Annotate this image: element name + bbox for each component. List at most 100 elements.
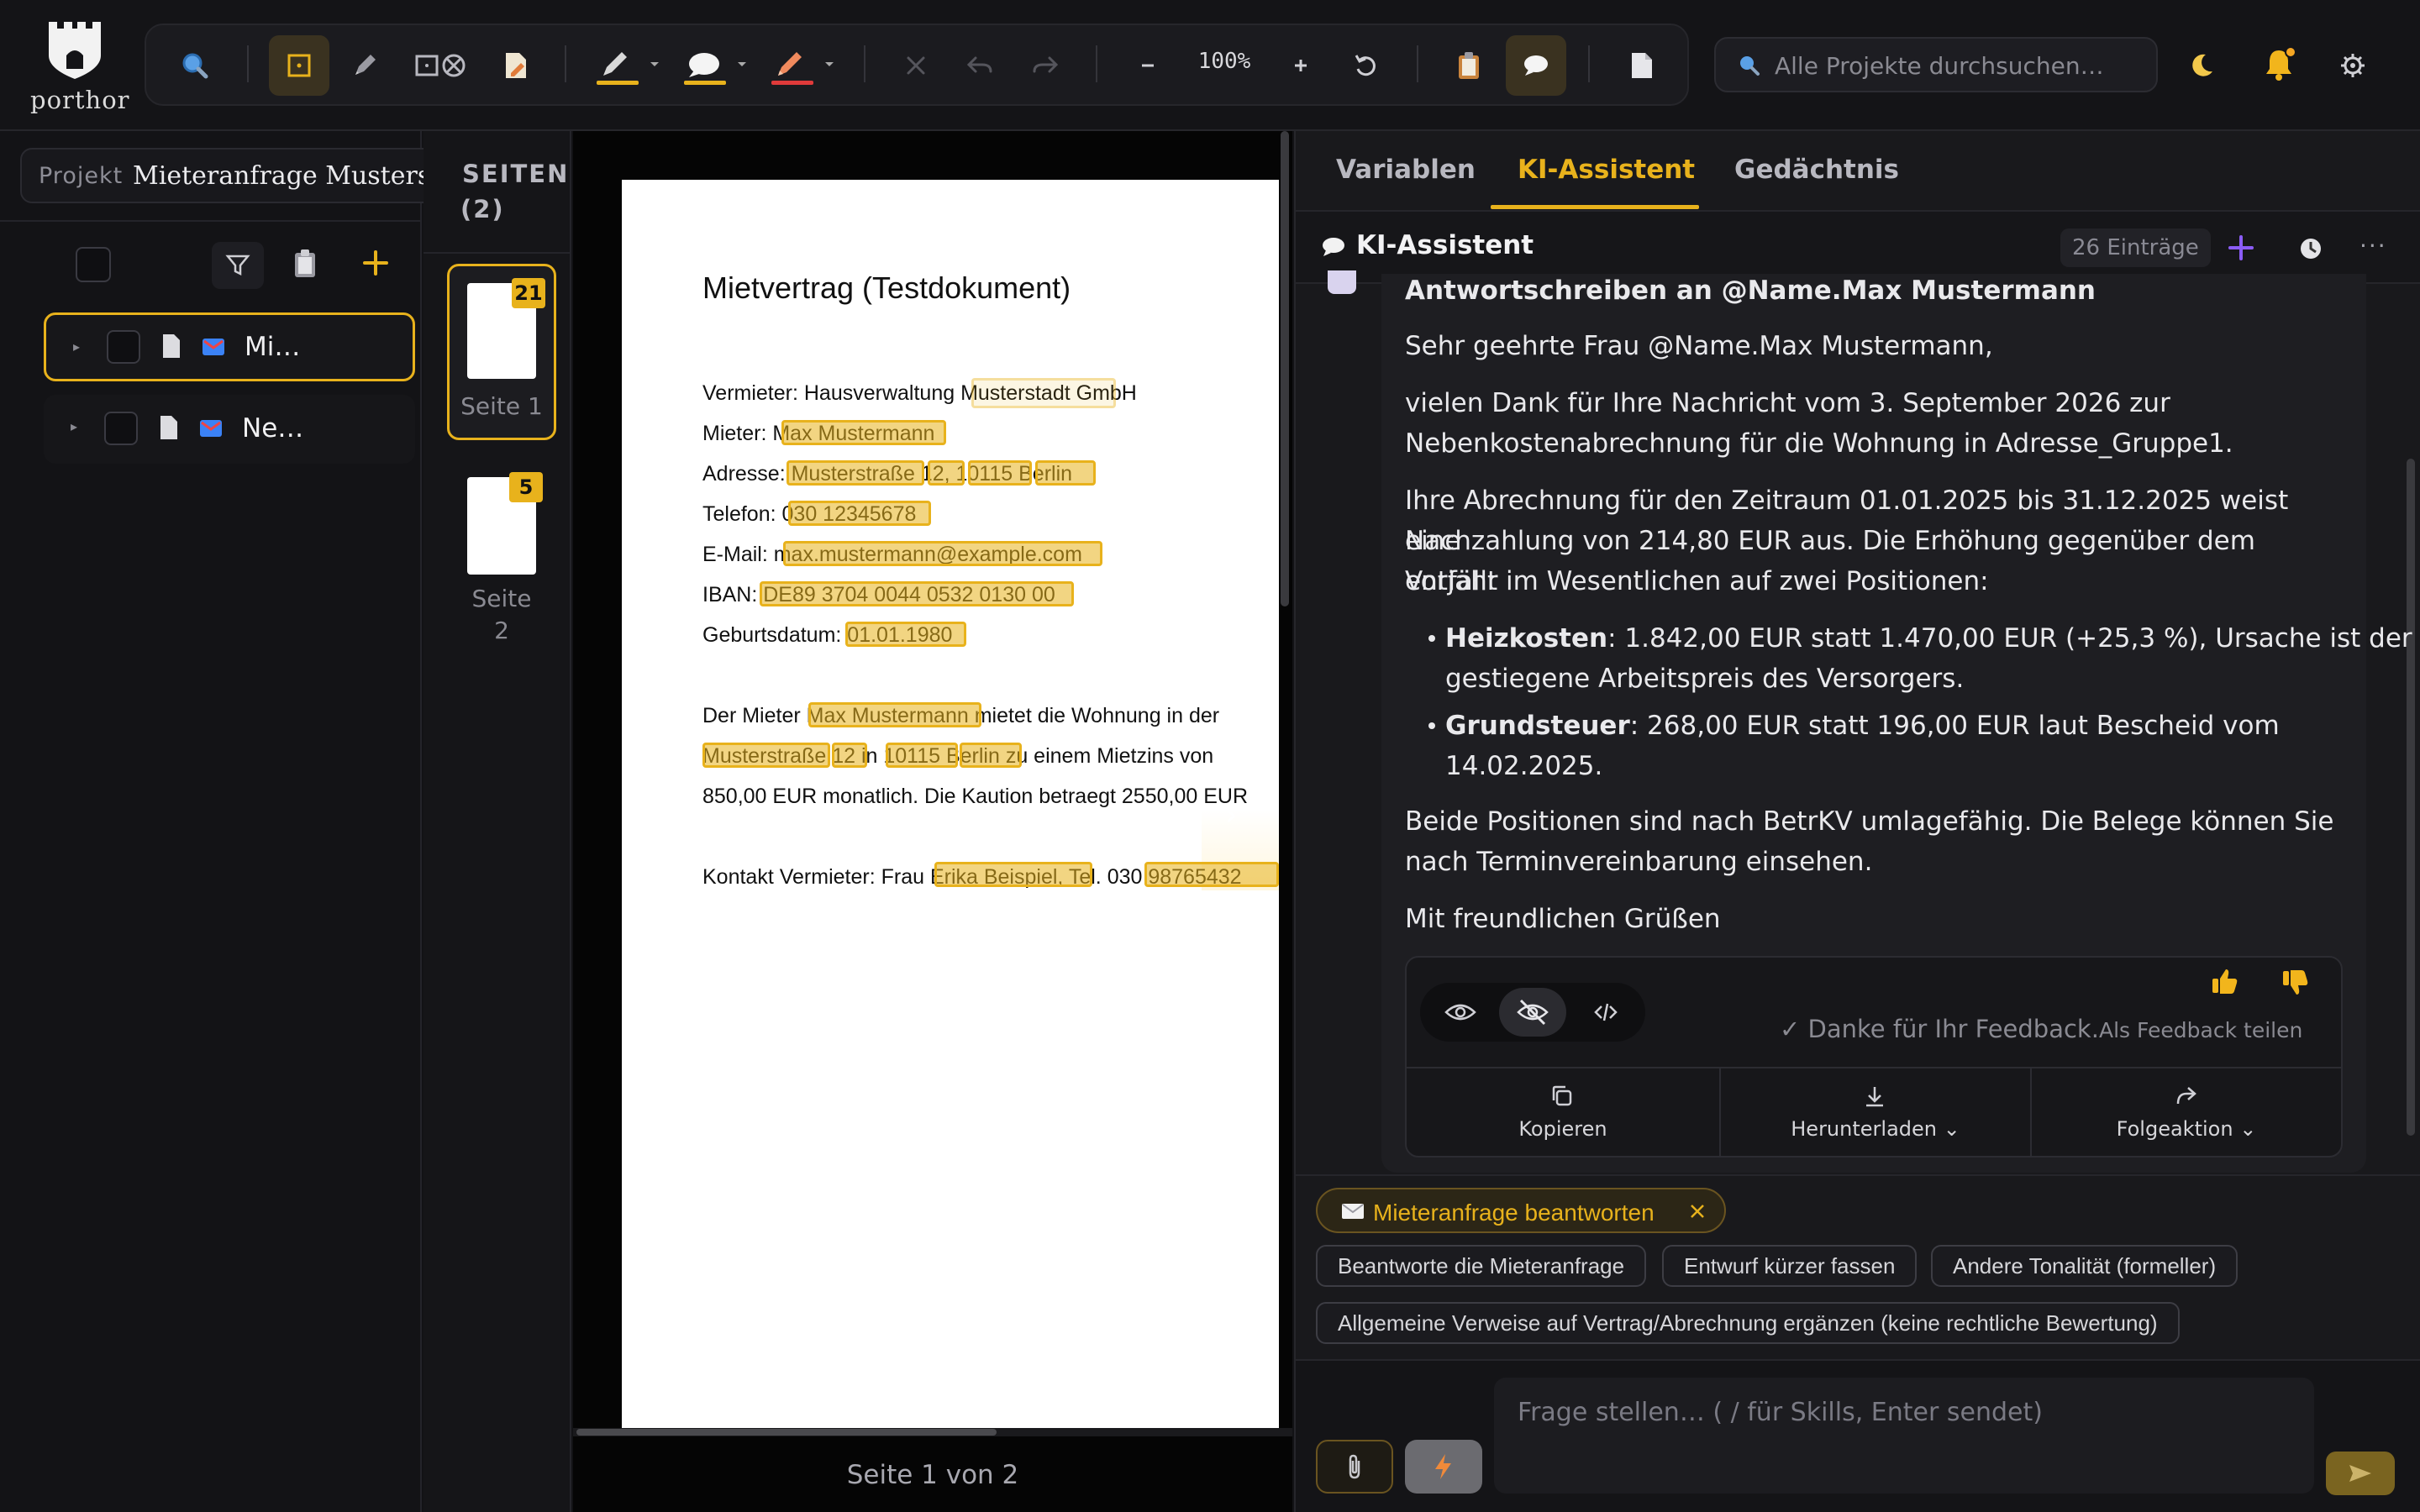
filter-icon[interactable] bbox=[212, 242, 264, 289]
redaction-highlight[interactable] bbox=[783, 541, 1102, 566]
page-thumb-2[interactable]: 5 Seite 2 bbox=[447, 462, 556, 655]
chat-input[interactable] bbox=[1518, 1398, 2291, 1473]
page-thumb-label: Seite 1 bbox=[460, 392, 543, 420]
chips-divider bbox=[1296, 1174, 2420, 1176]
zoom-out-icon[interactable] bbox=[1126, 44, 1170, 87]
assistant-avatar bbox=[1328, 270, 1356, 294]
search-tool-button[interactable] bbox=[173, 44, 217, 87]
eye-off-icon[interactable] bbox=[1499, 988, 1566, 1037]
redaction-highlight[interactable] bbox=[788, 501, 931, 526]
viewer-hscroll-thumb[interactable] bbox=[576, 1429, 997, 1436]
redaction-highlight[interactable] bbox=[845, 622, 966, 647]
tab-variablen[interactable]: Variablen bbox=[1336, 155, 1476, 185]
download-button[interactable]: Herunterladen ⌄ bbox=[1721, 1068, 2030, 1156]
thumbs-down-icon[interactable] bbox=[2281, 968, 2311, 998]
suggestion-chip[interactable]: Allgemeine Verweise auf Vertrag/Abrechnu… bbox=[1316, 1302, 2180, 1344]
close-icon[interactable] bbox=[1687, 1201, 1707, 1221]
message-paragraph: entfällt im Wesentlichen auf zwei Positi… bbox=[1405, 566, 1989, 596]
redaction-highlight[interactable] bbox=[786, 460, 924, 486]
redaction-highlight[interactable] bbox=[1035, 460, 1096, 486]
feedback-share-link[interactable]: Als Feedback teilen bbox=[2099, 1018, 2302, 1042]
tree-item[interactable]: ▸ Mi… bbox=[44, 312, 415, 381]
expand-icon[interactable]: ▸ bbox=[71, 418, 77, 434]
document-edit-button[interactable] bbox=[494, 44, 538, 87]
bullet-item: Grundsteuer: 268,00 EUR statt 196,00 EUR… bbox=[1445, 706, 2353, 746]
zoom-level: 100% bbox=[1197, 49, 1251, 74]
redaction-highlight[interactable] bbox=[1144, 862, 1279, 887]
viewer-scrollbar[interactable] bbox=[1281, 131, 1289, 606]
chat-scrollbar[interactable] bbox=[2407, 459, 2415, 1136]
comment-tool-button[interactable] bbox=[679, 44, 746, 91]
gear-icon[interactable] bbox=[2331, 44, 2375, 87]
page-indicator: Seite 1 von 2 bbox=[846, 1460, 1019, 1490]
pages-header-divider bbox=[424, 252, 571, 254]
select-all-checkbox[interactable] bbox=[76, 247, 111, 282]
tree-checkbox[interactable] bbox=[104, 412, 138, 445]
suggestion-chip[interactable]: Entwurf kürzer fassen bbox=[1662, 1245, 1918, 1287]
skills-button[interactable] bbox=[1405, 1440, 1482, 1494]
close-icon[interactable] bbox=[894, 44, 938, 87]
redaction-highlight[interactable] bbox=[886, 743, 958, 768]
envelope-icon bbox=[1341, 1201, 1365, 1221]
send-button[interactable] bbox=[2326, 1452, 2395, 1495]
bullet-text: : 268,00 EUR statt 196,00 EUR laut Besch… bbox=[1629, 711, 2280, 741]
redaction-highlight[interactable] bbox=[760, 581, 1074, 606]
redaction-highlight[interactable] bbox=[808, 702, 981, 727]
select-area-button[interactable] bbox=[269, 35, 329, 96]
tree-checkbox[interactable] bbox=[107, 330, 140, 364]
bell-icon[interactable] bbox=[2255, 40, 2302, 87]
tree-item-label: Mi… bbox=[245, 332, 301, 362]
search-input[interactable] bbox=[1775, 49, 2144, 82]
skill-chip[interactable]: Mieteranfrage beantworten bbox=[1316, 1188, 1726, 1233]
chat-input-box[interactable] bbox=[1494, 1378, 2314, 1494]
document-title: Mietvertrag (Testdokument) bbox=[702, 270, 1071, 305]
global-search[interactable] bbox=[1714, 37, 2158, 92]
page-icon[interactable] bbox=[1620, 44, 1664, 87]
attach-button[interactable] bbox=[1316, 1440, 1393, 1494]
marker-button[interactable] bbox=[766, 44, 834, 91]
skill-chip-label: Mieteranfrage beantworten bbox=[1373, 1200, 1655, 1226]
bullet-bold: Grundsteuer bbox=[1445, 711, 1630, 741]
redaction-highlight[interactable] bbox=[702, 743, 830, 768]
tree-item[interactable]: ▸ Ne… bbox=[44, 395, 415, 464]
tab-gedaechtnis[interactable]: Gedächtnis bbox=[1734, 155, 1899, 185]
code-icon[interactable] bbox=[1593, 1000, 1618, 1025]
redaction-highlight[interactable] bbox=[960, 743, 1022, 768]
reset-rotate-icon[interactable] bbox=[1344, 44, 1388, 87]
page-badge: 21 bbox=[512, 278, 545, 308]
redaction-highlight[interactable] bbox=[971, 378, 1116, 408]
chat-toggle-button[interactable] bbox=[1506, 35, 1566, 96]
more-options-icon[interactable]: ··· bbox=[2360, 232, 2387, 260]
expand-icon[interactable]: ▸ bbox=[73, 339, 80, 354]
clipboard-icon[interactable] bbox=[1447, 44, 1491, 87]
history-icon[interactable] bbox=[2297, 235, 2324, 262]
download-text: Herunterladen bbox=[1791, 1117, 1937, 1141]
suggestion-chip[interactable]: Andere Tonalität (formeller) bbox=[1931, 1245, 2238, 1287]
copy-button[interactable]: Kopieren bbox=[1407, 1068, 1719, 1156]
add-icon[interactable] bbox=[361, 249, 390, 277]
highlighter-button[interactable] bbox=[592, 44, 659, 91]
redo-icon[interactable] bbox=[1023, 44, 1067, 87]
logo-icon[interactable] bbox=[45, 18, 104, 79]
bullet-item-cont: 14.02.2025. bbox=[1445, 751, 1603, 781]
redaction-highlight[interactable] bbox=[781, 420, 946, 445]
page-thumb-1[interactable]: 21 Seite 1 bbox=[447, 264, 556, 440]
moon-icon[interactable] bbox=[2180, 44, 2223, 87]
add-icon[interactable] bbox=[2227, 234, 2255, 262]
redaction-highlight[interactable] bbox=[968, 460, 1032, 486]
clipboard-icon[interactable] bbox=[292, 249, 318, 279]
zoom-in-icon[interactable] bbox=[1279, 44, 1323, 87]
tab-ki-assistent[interactable]: KI-Assistent bbox=[1518, 155, 1695, 185]
project-field[interactable]: Projekt Mieteranfrage Musterstrass bbox=[20, 148, 437, 203]
pen-tool-button[interactable] bbox=[343, 44, 387, 87]
redaction-highlight[interactable] bbox=[934, 862, 1092, 887]
redaction-highlight[interactable] bbox=[928, 460, 965, 486]
redact-box-button[interactable] bbox=[408, 44, 476, 87]
undo-icon[interactable] bbox=[958, 44, 1002, 87]
share-icon bbox=[2173, 1084, 2198, 1109]
redaction-highlight[interactable] bbox=[832, 743, 867, 768]
suggestion-chip[interactable]: Beantworte die Mieteranfrage bbox=[1316, 1245, 1647, 1287]
thumbs-up-icon[interactable] bbox=[2210, 966, 2240, 996]
eye-icon[interactable] bbox=[1444, 998, 1477, 1026]
followup-button[interactable]: Folgeaktion ⌄ bbox=[2032, 1068, 2341, 1156]
